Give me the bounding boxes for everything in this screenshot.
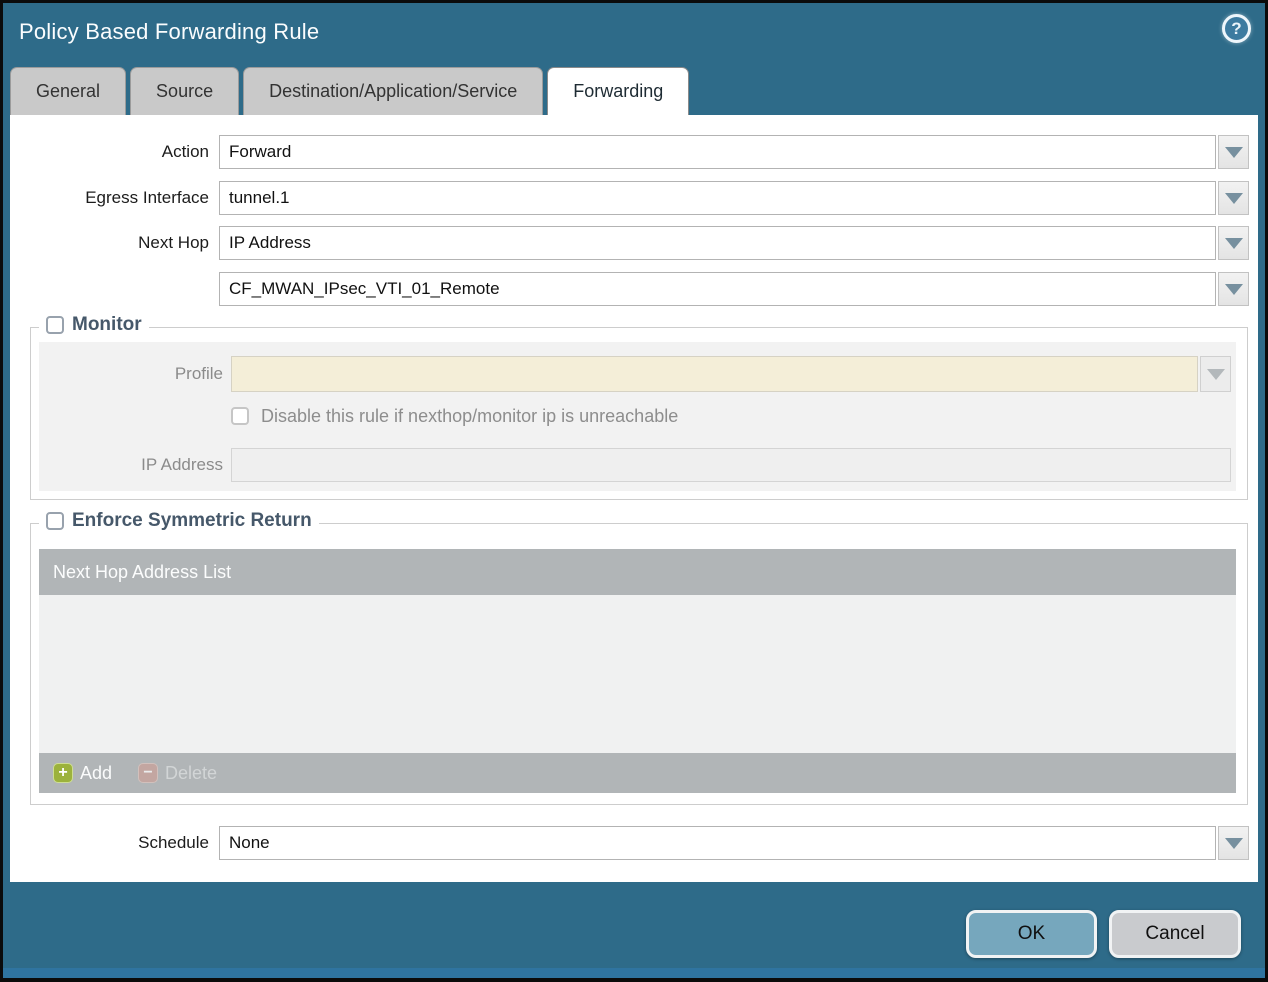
tab-bar: General Source Destination/Application/S… — [10, 67, 1258, 115]
disable-rule-checkbox — [231, 407, 249, 425]
schedule-select[interactable]: None — [219, 826, 1249, 860]
action-select[interactable]: Forward — [219, 135, 1249, 169]
next-hop-type-value[interactable]: IP Address — [219, 226, 1216, 260]
action-label: Action — [161, 142, 209, 161]
monitor-checkbox[interactable] — [46, 316, 64, 334]
delete-button-label: Delete — [165, 762, 218, 783]
profile-value — [231, 356, 1198, 392]
next-hop-type-dropdown-button[interactable] — [1218, 226, 1249, 260]
next-hop-row: Next Hop IP Address — [10, 226, 1258, 260]
monitor-fieldset: Monitor Profile Disable this rule if nex… — [30, 314, 1248, 500]
next-hop-address-list-table: Next Hop Address List + Add − Delete — [39, 549, 1236, 793]
schedule-value[interactable]: None — [219, 826, 1216, 860]
next-hop-address-dropdown-button[interactable] — [1218, 272, 1249, 306]
schedule-label: Schedule — [138, 833, 209, 852]
profile-row: Profile — [39, 356, 1236, 392]
chevron-down-icon — [1224, 237, 1243, 249]
egress-interface-row: Egress Interface tunnel.1 — [10, 181, 1258, 215]
schedule-dropdown-button[interactable] — [1218, 826, 1249, 860]
symmetric-return-legend: Enforce Symmetric Return — [39, 510, 319, 532]
chevron-down-icon — [1224, 283, 1243, 295]
next-hop-address-list-header: Next Hop Address List — [39, 549, 1236, 595]
cancel-button[interactable]: Cancel — [1109, 910, 1241, 958]
dialog-title: Policy Based Forwarding Rule — [19, 19, 320, 44]
chevron-down-icon — [1224, 837, 1243, 849]
disable-rule-row: Disable this rule if nexthop/monitor ip … — [231, 404, 678, 428]
monitor-ip-row: IP Address — [39, 448, 1236, 482]
profile-select-disabled — [231, 356, 1231, 392]
egress-interface-select[interactable]: tunnel.1 — [219, 181, 1249, 215]
profile-label: Profile — [174, 364, 223, 383]
tab-destination-application-service[interactable]: Destination/Application/Service — [243, 67, 544, 115]
next-hop-address-value[interactable]: CF_MWAN_IPsec_VTI_01_Remote — [219, 272, 1216, 306]
forwarding-tab-panel: Action Forward Egress Interface tunnel.1… — [10, 115, 1258, 882]
monitor-ip-label: IP Address — [141, 455, 223, 474]
policy-based-forwarding-dialog: Policy Based Forwarding Rule ? General S… — [3, 3, 1265, 978]
delete-icon: − — [138, 763, 159, 783]
chevron-down-icon — [1206, 368, 1225, 380]
next-hop-type-select[interactable]: IP Address — [219, 226, 1249, 260]
add-icon: + — [53, 763, 73, 783]
egress-interface-dropdown-button[interactable] — [1218, 181, 1249, 215]
symmetric-return-fieldset: Enforce Symmetric Return Next Hop Addres… — [30, 510, 1248, 805]
chevron-down-icon — [1224, 146, 1243, 158]
monitor-legend: Monitor — [39, 314, 149, 336]
next-hop-address-list-toolbar: + Add − Delete — [39, 753, 1236, 793]
action-row: Action Forward — [10, 135, 1258, 169]
monitor-title: Monitor — [72, 314, 142, 335]
schedule-row: Schedule None — [10, 826, 1258, 860]
tab-source[interactable]: Source — [130, 67, 240, 115]
disable-rule-label: Disable this rule if nexthop/monitor ip … — [261, 405, 679, 426]
chevron-down-icon — [1224, 192, 1243, 204]
next-hop-label: Next Hop — [138, 233, 209, 252]
enforce-symmetric-return-checkbox[interactable] — [46, 512, 64, 530]
add-button-label: Add — [80, 762, 113, 783]
egress-interface-label: Egress Interface — [85, 188, 209, 207]
action-value[interactable]: Forward — [219, 135, 1216, 169]
monitor-panel: Profile Disable this rule if nexthop/mon… — [39, 342, 1236, 491]
tab-general[interactable]: General — [10, 67, 127, 115]
next-hop-address-row: CF_MWAN_IPsec_VTI_01_Remote — [10, 272, 1258, 306]
add-button[interactable]: + Add — [53, 763, 112, 784]
next-hop-address-select[interactable]: CF_MWAN_IPsec_VTI_01_Remote — [219, 272, 1249, 306]
next-hop-address-list-body[interactable] — [39, 595, 1236, 753]
profile-dropdown-button — [1200, 356, 1231, 392]
action-dropdown-button[interactable] — [1218, 135, 1249, 169]
symmetric-return-title: Enforce Symmetric Return — [72, 510, 312, 531]
ok-button[interactable]: OK — [966, 910, 1097, 958]
tab-forwarding[interactable]: Forwarding — [547, 67, 690, 115]
egress-interface-value[interactable]: tunnel.1 — [219, 181, 1216, 215]
monitor-ip-input-disabled — [231, 448, 1231, 482]
delete-button: − Delete — [138, 763, 217, 784]
help-icon[interactable]: ? — [1222, 14, 1251, 43]
window-bottom-edge — [3, 968, 1265, 978]
